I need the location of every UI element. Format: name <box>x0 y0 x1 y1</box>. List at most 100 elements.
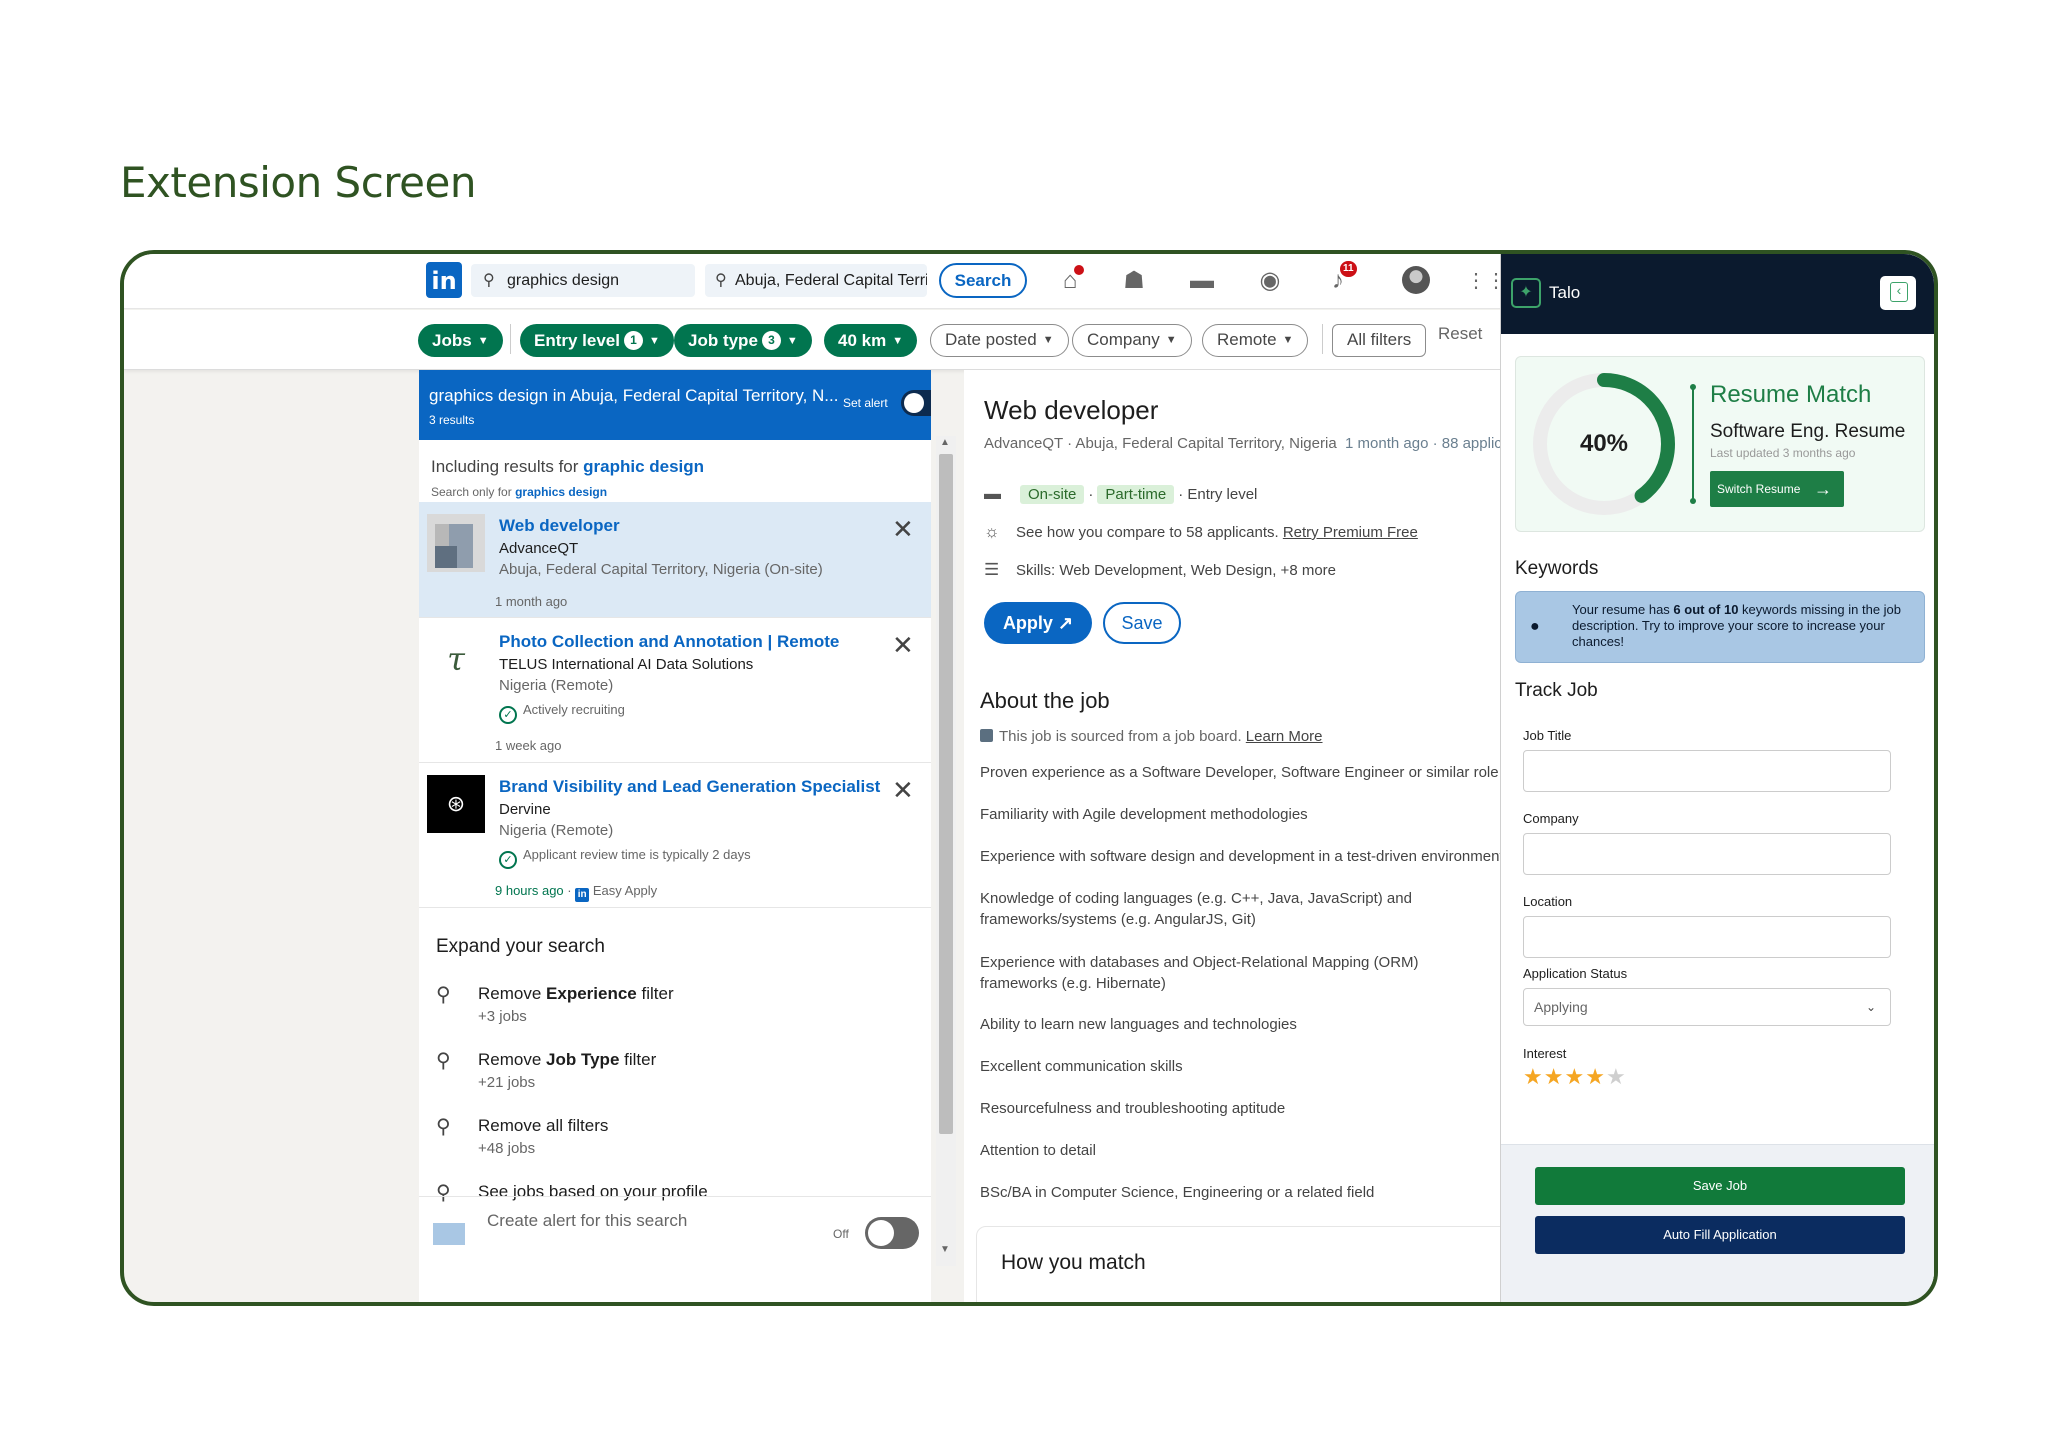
job-title-field[interactable] <box>1523 750 1891 792</box>
messaging-icon[interactable]: ◉ <box>1256 267 1284 295</box>
search-only-term-link[interactable]: graphics design <box>515 485 607 499</box>
requirement-item: Experience with software design and deve… <box>980 848 1500 865</box>
company-field[interactable] <box>1523 833 1891 875</box>
jobs-briefcase-icon[interactable]: ▬ <box>1188 267 1216 295</box>
expand-item-label: Remove all filters <box>478 1116 609 1135</box>
job-location: Nigeria (Remote) <box>499 677 614 694</box>
star-filled-icon[interactable]: ★ <box>1523 1064 1544 1089</box>
filter-divider <box>510 324 511 354</box>
briefcase-icon: ▬ <box>984 484 1001 503</box>
search-icon: ⚲ <box>436 1116 451 1138</box>
dismiss-job-icon[interactable]: ✕ <box>892 777 914 803</box>
star-filled-icon[interactable]: ★ <box>1585 1064 1606 1089</box>
expand-item-remove-experience[interactable]: ⚲ Remove Experience filter +3 jobs <box>436 982 916 1032</box>
chevron-down-icon: ▼ <box>786 335 798 347</box>
avatar[interactable] <box>1402 266 1430 294</box>
page-title: Extension Screen <box>120 158 476 207</box>
job-posted-time: 1 week ago <box>495 738 562 753</box>
switch-resume-button[interactable]: Switch Resume → <box>1710 471 1844 507</box>
job-title-link[interactable]: Web developer <box>499 516 620 536</box>
filter-company[interactable]: Company ▼ <box>1072 324 1192 357</box>
requirement-item: Resourcefulness and troubleshooting apti… <box>980 1100 1286 1117</box>
job-title-label: Job Title <box>1523 728 1572 743</box>
reset-filters-button[interactable]: Reset <box>1438 324 1482 344</box>
results-scroll-thumb[interactable] <box>939 454 953 1134</box>
requirement-item: Familiarity with Agile development metho… <box>980 806 1308 823</box>
apps-grid-icon[interactable]: ⋮⋮ <box>1466 267 1506 295</box>
star-filled-icon[interactable]: ★ <box>1564 1064 1585 1089</box>
job-company: Dervine <box>499 801 551 818</box>
dismiss-job-icon[interactable]: ✕ <box>892 632 914 658</box>
keyword-search-input[interactable]: ⚲ graphics design <box>471 264 695 297</box>
collapse-panel-icon[interactable] <box>1880 276 1916 310</box>
easy-apply-label: Easy Apply <box>592 883 658 898</box>
including-term-link[interactable]: graphic design <box>583 457 704 476</box>
filter-job-type-label: Job type <box>688 331 758 350</box>
requirement-item: Excellent communication skills <box>980 1058 1183 1075</box>
match-divider <box>1690 384 1696 504</box>
job-posted-time-text: 9 hours ago <box>495 883 564 898</box>
location-label: Location <box>1523 894 1573 909</box>
save-job-button[interactable]: Save Job <box>1535 1167 1905 1205</box>
results-header: graphics design in Abuja, Federal Capita… <box>419 370 931 440</box>
filter-jobs[interactable]: Jobs ▼ <box>418 324 503 357</box>
apply-button[interactable]: Apply ↗ <box>984 602 1092 644</box>
job-title-link[interactable]: Photo Collection and Annotation | Remote <box>499 632 839 652</box>
detail-subtitle: AdvanceQT · Abuja, Federal Capital Terri… <box>984 435 1500 452</box>
filter-remote[interactable]: Remote ▼ <box>1202 324 1309 357</box>
expand-item-count: +21 jobs <box>478 1074 536 1091</box>
job-title-link[interactable]: Brand Visibility and Lead Generation Spe… <box>499 777 880 797</box>
filter-company-label: Company <box>1087 330 1160 349</box>
including-results: Including results for graphic design <box>431 457 704 477</box>
star-filled-icon[interactable]: ★ <box>1544 1064 1565 1089</box>
all-filters-button[interactable]: All filters <box>1332 324 1427 357</box>
company-logo: 𝜏 <box>427 630 485 688</box>
location-pin-icon: ⚲ <box>715 272 727 289</box>
job-insight-text: Actively recruiting <box>523 702 625 717</box>
scroll-down-arrow-icon[interactable]: ▼ <box>940 1244 950 1255</box>
search-icon: ⚲ <box>436 1050 451 1072</box>
expand-item-remove-all[interactable]: ⚲ Remove all filters +48 jobs <box>436 1114 916 1164</box>
learn-more-link[interactable]: Learn More <box>1246 728 1323 745</box>
job-card[interactable]: 𝜏 Photo Collection and Annotation | Remo… <box>419 618 931 763</box>
location-search-input[interactable]: ⚲ Abuja, Federal Capital Terri... <box>705 264 927 297</box>
filter-date-posted[interactable]: Date posted ▼ <box>930 324 1069 357</box>
job-card[interactable]: Web developer AdvanceQT Abuja, Federal C… <box>419 502 931 618</box>
dismiss-job-icon[interactable]: ✕ <box>892 516 914 542</box>
expand-item-count: +48 jobs <box>478 1140 536 1157</box>
chevron-down-icon: ▼ <box>1165 334 1177 346</box>
resume-name: Software Eng. Resume <box>1710 421 1906 442</box>
notifications-bell-icon[interactable]: ♪ 11 <box>1324 261 1357 295</box>
search-icon: ⚲ <box>483 272 495 289</box>
search-button[interactable]: Search <box>939 263 1027 298</box>
auto-fill-application-button[interactable]: Auto Fill Application <box>1535 1216 1905 1254</box>
job-card[interactable]: ⊛ Brand Visibility and Lead Generation S… <box>419 763 931 908</box>
retry-premium-link[interactable]: Retry Premium Free <box>1283 524 1418 541</box>
expand-item-label: Remove Job Type filter <box>478 1050 657 1069</box>
scroll-up-arrow-icon[interactable]: ▲ <box>940 437 950 448</box>
my-network-icon[interactable]: ☗ <box>1120 267 1148 295</box>
match-progress-ring: 40% <box>1528 368 1680 520</box>
filter-distance[interactable]: 40 km ▼ <box>824 324 918 357</box>
chevron-down-icon: ▼ <box>649 335 660 347</box>
talo-app-name: Talo <box>1549 283 1581 302</box>
filter-job-type[interactable]: Job type 3 ▼ <box>674 324 812 357</box>
compare-text: See how you compare to 58 applicants. <box>1016 524 1279 541</box>
interest-label: Interest <box>1523 1046 1567 1061</box>
set-alert-toggle[interactable] <box>901 390 931 416</box>
interest-rating[interactable]: ★★★★★ <box>1523 1064 1627 1090</box>
linkedin-logo-icon[interactable]: in <box>426 262 462 298</box>
location-field[interactable] <box>1523 916 1891 958</box>
save-button[interactable]: Save <box>1103 602 1181 644</box>
match-percent: 40% <box>1579 430 1629 457</box>
application-status-select[interactable]: Applying ⌄ <box>1523 988 1891 1026</box>
home-icon[interactable]: ⌂ <box>1056 265 1084 295</box>
expand-item-remove-job-type[interactable]: ⚲ Remove Job Type filter +21 jobs <box>436 1048 916 1098</box>
star-empty-icon[interactable]: ★ <box>1606 1064 1627 1089</box>
arrow-right-icon: → <box>1814 479 1832 499</box>
create-alert-toggle[interactable] <box>865 1217 919 1249</box>
filter-jobs-label: Jobs <box>432 331 472 350</box>
filter-entry-level[interactable]: Entry level 1 ▼ <box>520 324 674 357</box>
extension-screen-frame: in ⚲ graphics design ⚲ Abuja, Federal Ca… <box>120 250 1938 1306</box>
search-icon: ⚲ <box>436 984 451 1006</box>
